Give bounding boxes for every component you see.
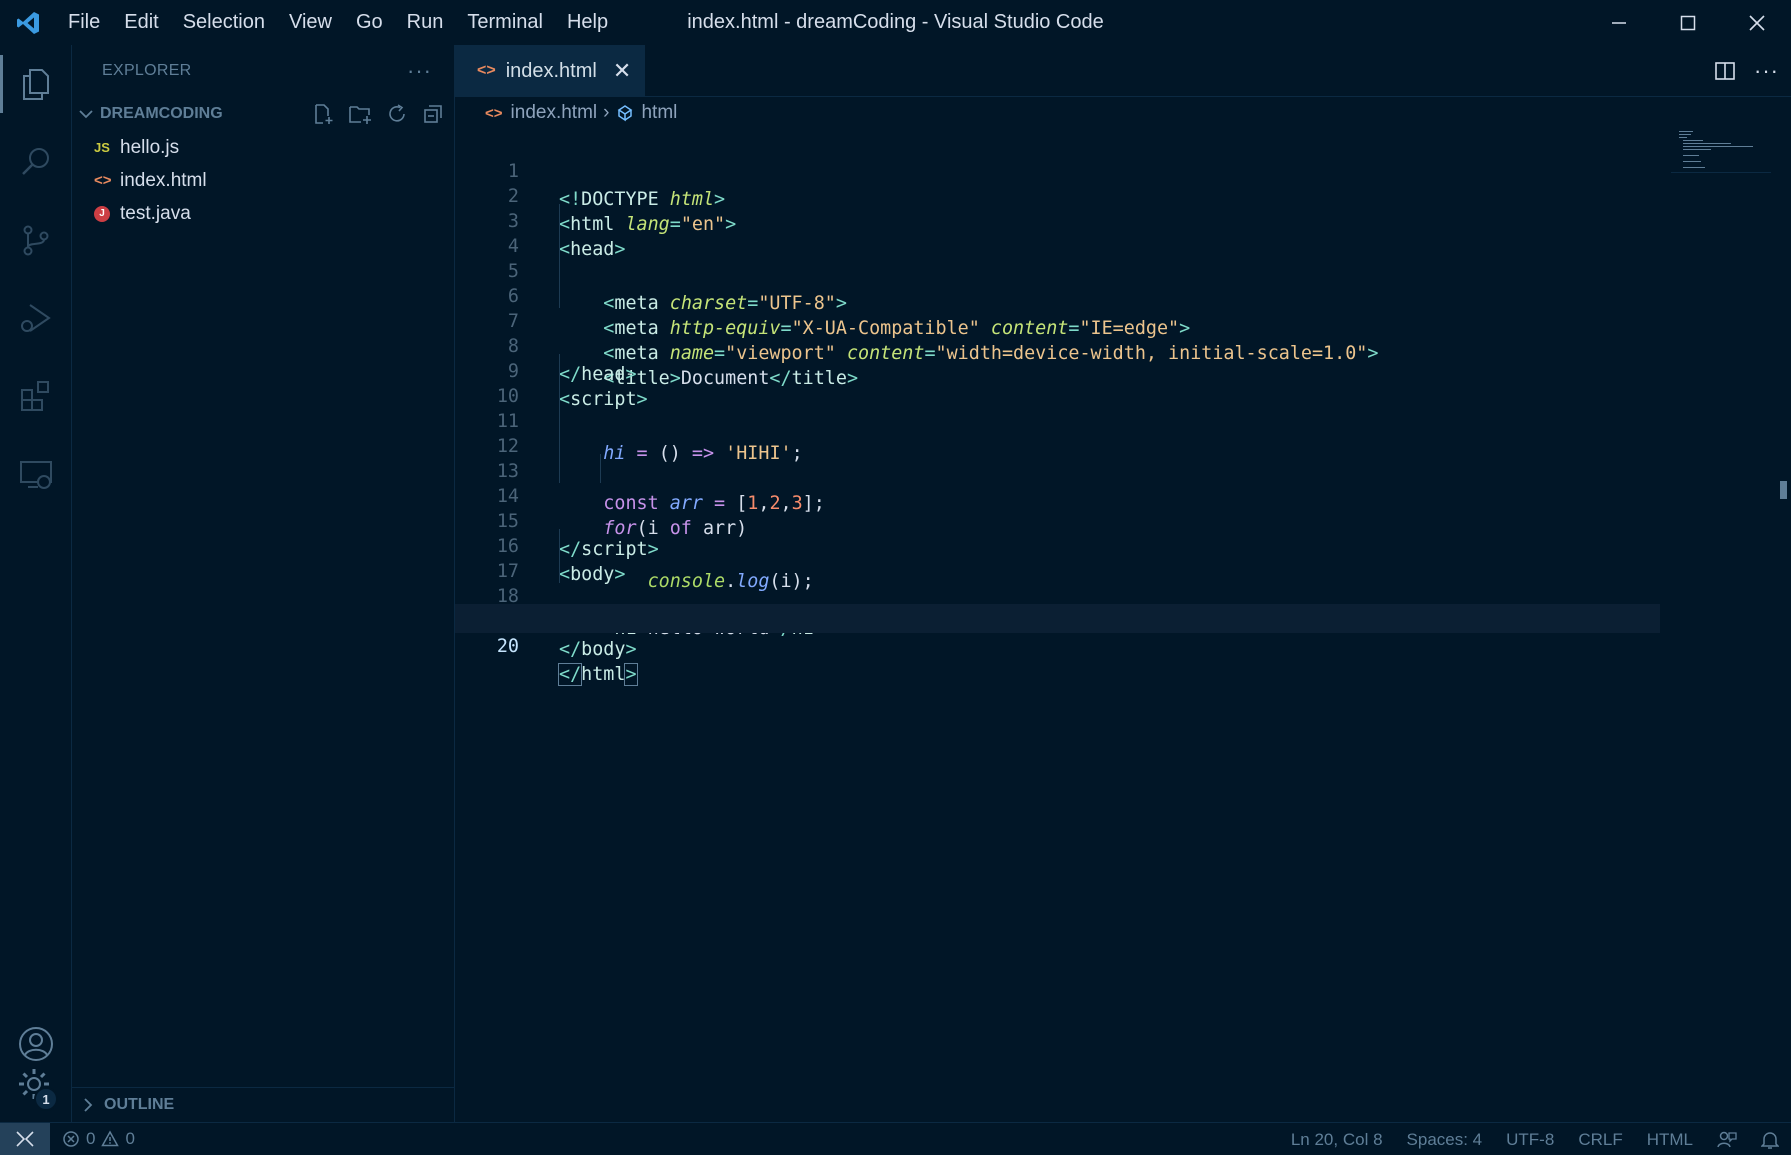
activity-extensions[interactable] [0, 357, 72, 435]
code-editor[interactable]: 1 <!DOCTYPE html> 2 <html lang="en"> 3 <… [455, 129, 1735, 1122]
editor-group: <> index.html ✕ ··· <> index.html › html… [455, 45, 1791, 1122]
close-tab-icon[interactable]: ✕ [613, 58, 631, 84]
extensions-icon [21, 381, 49, 411]
explorer-sidebar: EXPLORER ··· DREAMCODING JS hello.js <> … [72, 45, 455, 1122]
outline-section[interactable]: OUTLINE [72, 1087, 455, 1122]
encoding[interactable]: UTF-8 [1494, 1130, 1566, 1150]
remote-icon [16, 1131, 34, 1147]
source-control-icon [23, 225, 49, 256]
java-file-icon: J [94, 205, 118, 222]
chevron-down-icon [79, 110, 93, 119]
js-file-icon: JS [94, 140, 110, 155]
language-mode[interactable]: HTML [1635, 1130, 1705, 1150]
tab-bar: <> index.html ✕ ··· [455, 45, 1791, 97]
explorer-header: EXPLORER ··· [72, 45, 454, 97]
tab-label: index.html [505, 59, 597, 82]
menu-help[interactable]: Help [555, 0, 620, 45]
close-icon [1748, 14, 1765, 31]
warning-count: 0 [125, 1129, 135, 1148]
menu-selection[interactable]: Selection [171, 0, 277, 45]
activity-search[interactable] [0, 123, 72, 201]
folder-actions [312, 97, 444, 131]
search-icon [22, 148, 49, 175]
symbol-element-icon [618, 105, 633, 122]
files-icon [23, 69, 49, 100]
file-name: hello.js [120, 136, 180, 158]
editor-actions: ··· [1714, 45, 1779, 97]
html-file-icon: <> [477, 62, 496, 79]
cursor-position[interactable]: Ln 20, Col 8 [1279, 1130, 1395, 1150]
maximize-button[interactable] [1653, 0, 1722, 45]
vscode-logo-icon[interactable] [0, 0, 56, 45]
activity-source-control[interactable] [0, 201, 72, 279]
activity-bar: 1 [0, 45, 72, 1122]
status-right: Ln 20, Col 8 Spaces: 4 UTF-8 CRLF HTML [1279, 1123, 1791, 1155]
status-bar: 0 0 Ln 20, Col 8 Spaces: 4 UTF-8 CRLF HT… [0, 1122, 1791, 1155]
more-actions-icon[interactable]: ··· [1754, 58, 1779, 84]
activity-explorer[interactable] [0, 45, 72, 123]
chevron-right-icon [84, 1098, 93, 1112]
breadcrumb: <> index.html › html [455, 97, 1791, 129]
activity-manage[interactable]: 1 [0, 1045, 72, 1123]
file-item-test-java[interactable]: J test.java [72, 197, 454, 230]
title-bar: File Edit Selection View Go Run Terminal… [0, 0, 1791, 45]
explorer-title: EXPLORER [102, 62, 192, 79]
menu-file[interactable]: File [56, 0, 112, 45]
breadcrumb-symbol[interactable]: html [641, 102, 677, 124]
menu-edit[interactable]: Edit [112, 0, 170, 45]
close-window-button[interactable] [1722, 0, 1791, 45]
outline-label: OUTLINE [104, 1096, 175, 1113]
bell-icon[interactable] [1749, 1130, 1791, 1150]
settings-badge: 1 [34, 1087, 58, 1111]
minimize-button[interactable] [1584, 0, 1653, 45]
window-controls [1584, 0, 1791, 45]
file-item-hello-js[interactable]: JS hello.js [72, 131, 454, 164]
menu-terminal[interactable]: Terminal [455, 0, 555, 45]
file-item-index-html[interactable]: <> index.html [72, 164, 454, 197]
html-file-icon: <> [485, 104, 503, 122]
new-folder-icon[interactable] [348, 103, 372, 125]
error-count: 0 [86, 1129, 96, 1148]
vertical-scrollbar[interactable] [1780, 481, 1787, 499]
file-name: test.java [120, 202, 191, 224]
new-file-icon[interactable] [312, 103, 334, 125]
activity-remote-explorer[interactable] [0, 435, 72, 513]
tab-index-html[interactable]: <> index.html ✕ [455, 45, 646, 97]
html-file-icon: <> [94, 172, 112, 189]
line-number: 20 [496, 635, 519, 657]
folder-label: DREAMCODING [100, 105, 223, 122]
file-name: index.html [120, 169, 207, 191]
remote-explorer-icon [20, 461, 52, 489]
remote-indicator-button[interactable] [0, 1122, 50, 1155]
menu-run[interactable]: Run [395, 0, 456, 45]
indentation[interactable]: Spaces: 4 [1395, 1130, 1495, 1150]
menu-view[interactable]: View [277, 0, 344, 45]
code-line-current: 20 </html> [455, 604, 1660, 686]
more-actions-icon[interactable]: ··· [407, 58, 432, 84]
run-debug-icon [21, 304, 51, 332]
activity-run-debug[interactable] [0, 279, 72, 357]
refresh-icon[interactable] [386, 103, 408, 125]
maximize-icon [1680, 15, 1695, 30]
problems-indicator[interactable]: 0 0 [62, 1129, 135, 1149]
breadcrumb-separator-icon: › [603, 102, 610, 123]
breadcrumb-file[interactable]: index.html [511, 102, 598, 124]
minimize-icon [1611, 21, 1626, 24]
feedback-icon[interactable] [1705, 1130, 1749, 1150]
error-icon [63, 1131, 79, 1147]
menu-go[interactable]: Go [344, 0, 395, 45]
minimap[interactable] [1671, 129, 1771, 173]
menu-bar: File Edit Selection View Go Run Terminal… [56, 0, 620, 45]
warning-icon [101, 1130, 120, 1147]
collapse-all-icon[interactable] [422, 103, 444, 125]
end-of-line[interactable]: CRLF [1566, 1130, 1634, 1150]
split-editor-icon[interactable] [1714, 60, 1736, 82]
folder-dreamcoding[interactable]: DREAMCODING [72, 97, 454, 131]
